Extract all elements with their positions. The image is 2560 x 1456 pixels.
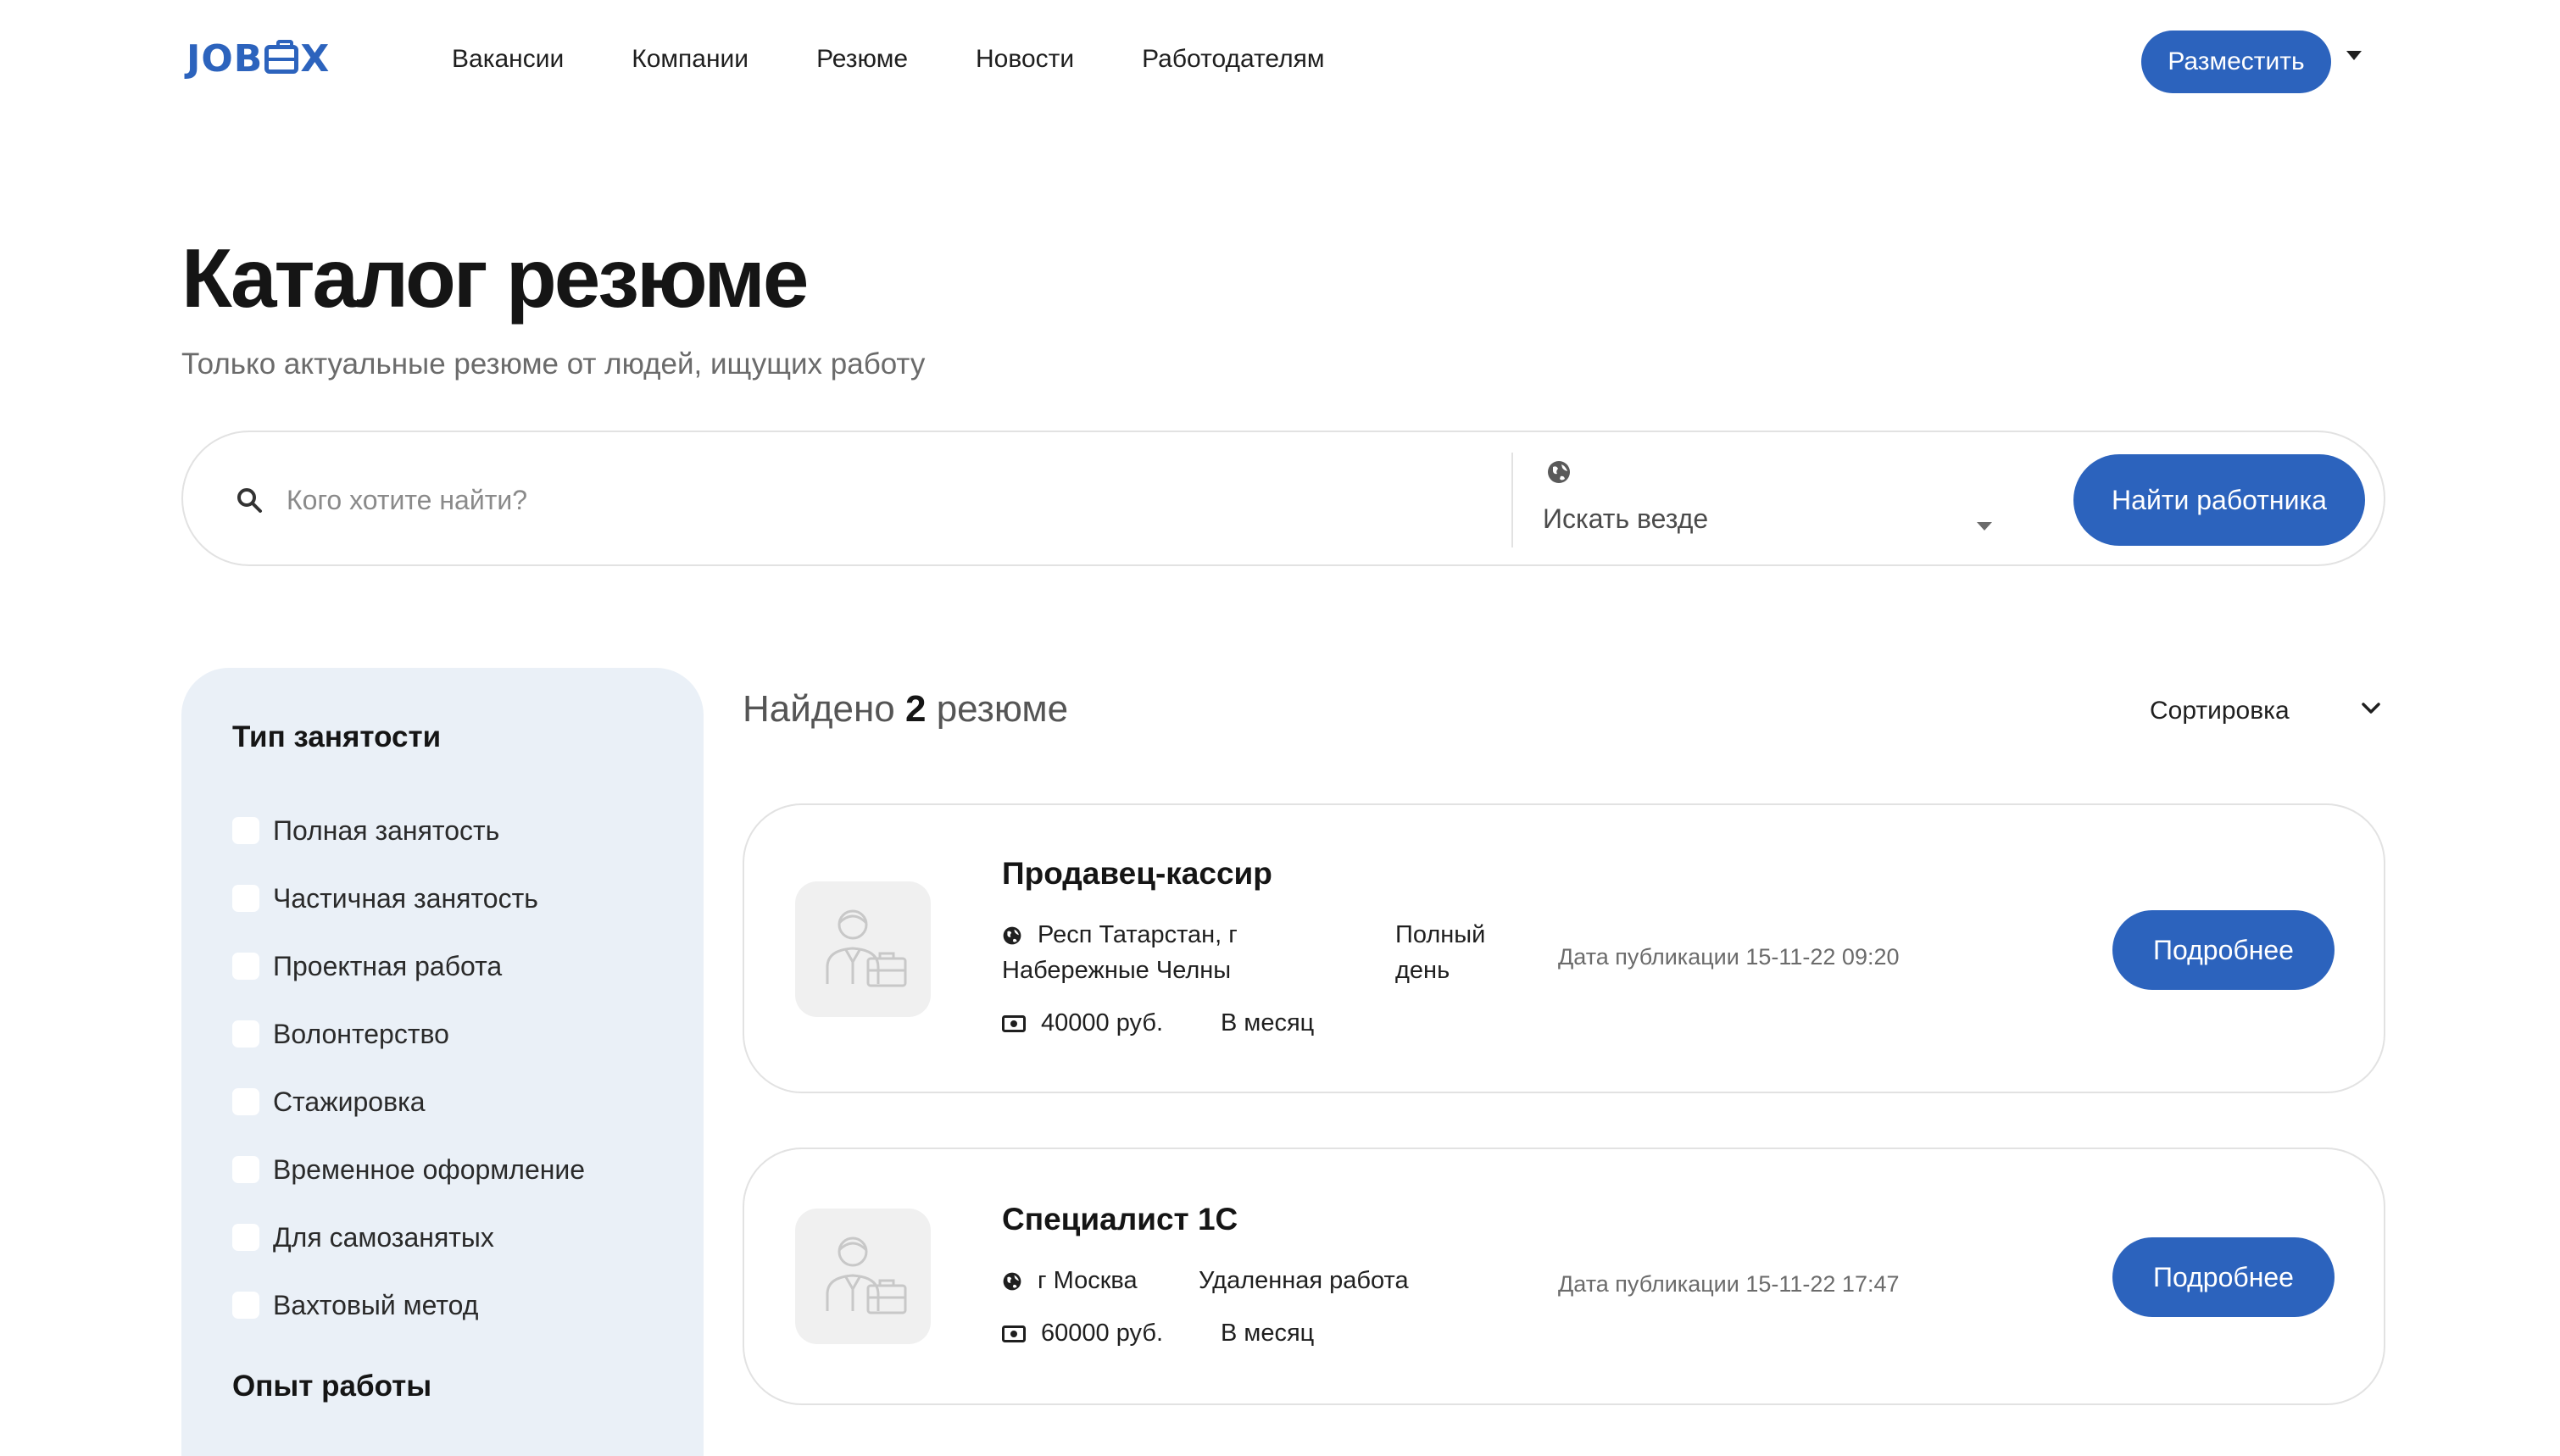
filter-label: Вахтовый метод: [273, 1289, 479, 1320]
logo-text-right: X: [300, 37, 331, 81]
filter-label: Проектная работа: [273, 950, 503, 981]
person-placeholder-icon: [826, 909, 907, 987]
search-bar: Искать везде Найти работника: [181, 431, 2385, 566]
find-worker-button[interactable]: Найти работника: [2073, 454, 2365, 546]
location-chevron-down-icon[interactable]: [1977, 522, 1992, 531]
avatar: [795, 881, 931, 1017]
search-input[interactable]: [287, 476, 1473, 524]
page-title: Каталог резюме: [181, 231, 809, 325]
chevron-down-icon[interactable]: [2360, 700, 2382, 717]
globe-icon: [1548, 461, 1570, 483]
money-icon: [1002, 1015, 1026, 1033]
search-divider: [1511, 453, 1513, 547]
resume-title[interactable]: Специалист 1С: [1002, 1202, 1238, 1237]
resume-location: г Москва: [1002, 1263, 1138, 1298]
experience-heading: Опыт работы: [232, 1370, 432, 1403]
schedule-line: Полный: [1395, 921, 1486, 948]
resume-title[interactable]: Продавец-кассир: [1002, 856, 1272, 892]
resume-salary: 40000 руб.: [1002, 1005, 1163, 1041]
filter-internship[interactable]: Стажировка: [232, 1085, 426, 1119]
sort-dropdown[interactable]: Сортировка: [2150, 697, 2290, 725]
found-prefix: Найдено: [743, 688, 895, 730]
logo-text-left: JOB: [186, 37, 264, 81]
filter-label: Частичная занятость: [273, 882, 538, 914]
checkbox[interactable]: [232, 1224, 259, 1251]
resume-card: Продавец-кассир Респ Татарстан, г Набере…: [743, 803, 2385, 1093]
salary-value: 40000 руб.: [1041, 1009, 1163, 1036]
main-nav: Вакансии Компании Резюме Новости Работод…: [452, 45, 1393, 74]
avatar: [795, 1209, 931, 1344]
nav-vacancies[interactable]: Вакансии: [452, 45, 564, 74]
publication-date: Дата публикации 15-11-22 17:47: [1558, 1271, 1900, 1297]
location-line: Респ Татарстан, г: [1038, 921, 1238, 948]
found-count: 2: [904, 688, 927, 730]
resume-location: Респ Татарстан, г Набережные Челны: [1002, 917, 1238, 988]
filter-temporary[interactable]: Временное оформление: [232, 1153, 585, 1186]
checkbox[interactable]: [232, 1156, 259, 1183]
filter-rotation[interactable]: Вахтовый метод: [232, 1288, 478, 1322]
location-line: Набережные Челны: [1002, 957, 1232, 984]
found-suffix: резюме: [936, 688, 1069, 730]
filter-label: Стажировка: [273, 1086, 426, 1117]
location-line: г Москва: [1038, 1267, 1138, 1294]
location-select[interactable]: Искать везде: [1543, 503, 1708, 535]
checkbox[interactable]: [232, 1292, 259, 1319]
checkbox[interactable]: [232, 1088, 259, 1115]
resume-schedule: Удаленная работа: [1199, 1267, 1409, 1294]
results-count: Найдено 2 резюме: [743, 688, 1068, 731]
nav-resumes[interactable]: Резюме: [816, 45, 908, 74]
filter-part-time[interactable]: Частичная занятость: [232, 881, 538, 915]
employment-type-heading: Тип занятости: [232, 720, 442, 753]
nav-news[interactable]: Новости: [976, 45, 1074, 74]
jobox-logo[interactable]: JOB X: [186, 37, 330, 81]
salary-period: В месяц: [1221, 1320, 1315, 1347]
filter-label: Для самозанятых: [273, 1221, 494, 1253]
nav-employers[interactable]: Работодателям: [1142, 45, 1324, 74]
filter-label: Временное оформление: [273, 1153, 586, 1185]
resume-schedule: Полный день: [1395, 917, 1485, 988]
filter-project-work[interactable]: Проектная работа: [232, 949, 502, 983]
nav-companies[interactable]: Компании: [632, 45, 749, 74]
filter-label: Волонтерство: [273, 1018, 449, 1049]
details-button[interactable]: Подробнее: [2112, 1237, 2335, 1317]
salary-period: В месяц: [1221, 1009, 1315, 1036]
publication-date: Дата публикации 15-11-22 09:20: [1558, 944, 1900, 970]
money-icon: [1002, 1325, 1026, 1343]
account-dropdown-caret-icon[interactable]: [2346, 51, 2362, 60]
site-header: JOB X Вакансии Компании Резюме Новости Р…: [0, 0, 2560, 127]
resume-card: Специалист 1С г Москва Удаленная работа …: [743, 1148, 2385, 1405]
page-subtitle: Только актуальные резюме от людей, ищущи…: [181, 347, 926, 381]
filter-full-time[interactable]: Полная занятость: [232, 814, 499, 847]
checkbox[interactable]: [232, 817, 259, 844]
post-button[interactable]: Разместить: [2141, 31, 2331, 93]
filter-volunteering[interactable]: Волонтерство: [232, 1017, 449, 1051]
checkbox[interactable]: [232, 1020, 259, 1048]
filter-self-employed[interactable]: Для самозанятых: [232, 1220, 494, 1254]
globe-icon: [1003, 926, 1021, 945]
globe-icon: [1003, 1272, 1021, 1291]
details-button[interactable]: Подробнее: [2112, 910, 2335, 990]
briefcase-icon: [264, 39, 299, 74]
checkbox[interactable]: [232, 953, 259, 980]
resume-salary: 60000 руб.: [1002, 1315, 1163, 1351]
person-placeholder-icon: [826, 1236, 907, 1314]
checkbox[interactable]: [232, 885, 259, 912]
filter-label: Полная занятость: [273, 814, 500, 846]
salary-value: 60000 руб.: [1041, 1320, 1163, 1347]
schedule-line: день: [1395, 957, 1450, 984]
filters-sidebar: Тип занятости Полная занятость Частичная…: [181, 668, 704, 1456]
search-icon: [237, 488, 262, 513]
